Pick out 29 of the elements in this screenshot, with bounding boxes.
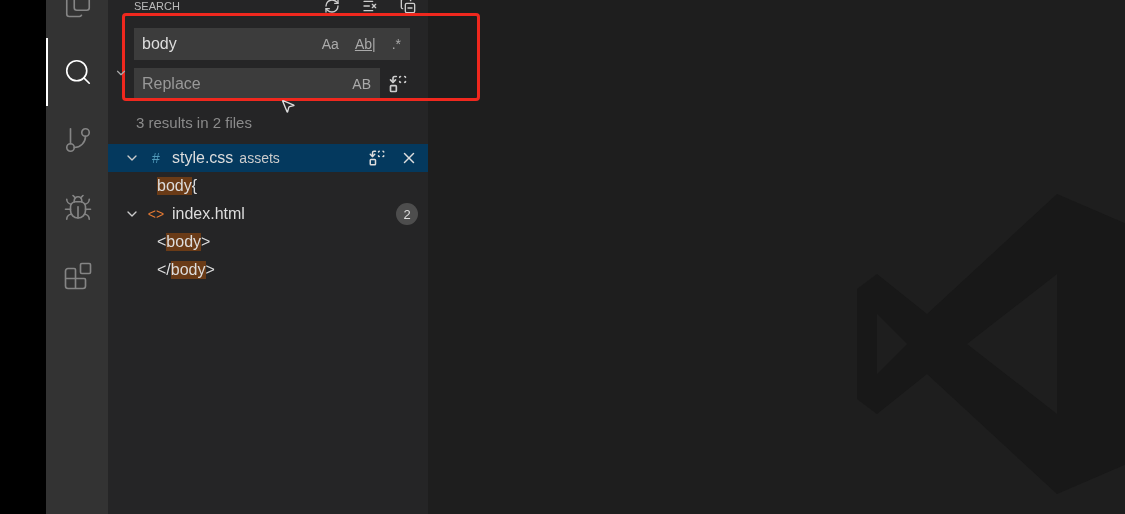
count-badge: 2 [396, 203, 418, 225]
file-name: index.html [172, 205, 245, 223]
css-file-icon: # [146, 150, 166, 166]
panel-title: SEARCH [134, 0, 180, 12]
extensions-icon [63, 261, 93, 291]
match-line[interactable]: <body> [108, 228, 428, 256]
word-toggle[interactable]: Ab| [351, 34, 379, 54]
results-summary: 3 results in 2 files [136, 114, 252, 133]
replace-all-icon[interactable] [388, 74, 408, 94]
debug-icon [63, 193, 93, 223]
mouse-cursor-icon [280, 98, 296, 114]
search-icon [63, 57, 93, 87]
collapse-all-icon[interactable] [400, 0, 416, 14]
replace-field[interactable]: Replace AB [134, 68, 380, 100]
html-file-icon: <> [146, 206, 166, 222]
folder-name: assets [239, 150, 280, 166]
refresh-icon[interactable] [324, 0, 340, 14]
match-line[interactable]: body{ [108, 172, 428, 200]
git-icon [63, 125, 93, 155]
replace-all-icon[interactable] [368, 149, 386, 167]
clear-results-icon[interactable] [362, 0, 378, 14]
file-result-row[interactable]: # style.css assets [108, 144, 428, 172]
file-result-row[interactable]: <> index.html 2 [108, 200, 428, 228]
regex-toggle[interactable]: .* [388, 34, 404, 54]
match-line[interactable]: </body> [108, 256, 428, 284]
file-name: style.css [172, 149, 234, 167]
search-field[interactable]: body Aa Ab| .* [134, 28, 410, 60]
case-toggle[interactable]: Aa [318, 34, 342, 54]
preserve-case-toggle[interactable]: AB [349, 74, 374, 94]
